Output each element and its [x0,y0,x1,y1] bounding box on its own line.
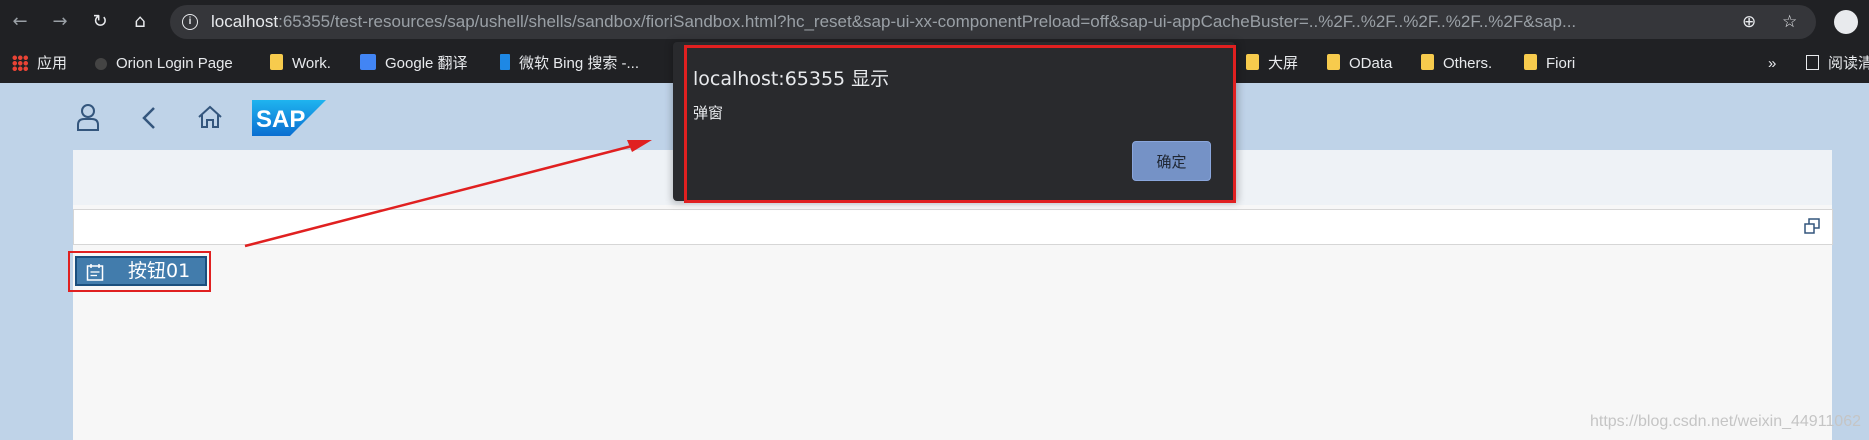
bookmark-orion[interactable]: Orion Login Page [95,44,233,83]
back-icon[interactable] [141,106,157,130]
sap-logo: SAP [252,100,326,136]
url-text[interactable]: localhost:65355/test-resources/sap/ushel… [211,5,1711,39]
expand-window-icon[interactable] [1804,218,1820,234]
site-info-icon[interactable]: i [182,14,198,30]
google-translate-icon [360,54,376,70]
folder-icon [1524,54,1537,70]
bookmark-dapin[interactable]: 大屏 [1246,44,1298,83]
forward-arrow-icon[interactable]: → [48,10,72,34]
bookmark-odata[interactable]: OData [1327,44,1392,83]
bing-icon [500,54,510,70]
folder-icon [1246,54,1259,70]
reading-list[interactable]: 阅读清 [1806,44,1869,83]
profile-avatar-icon[interactable] [1834,10,1858,34]
url-host: localhost [211,12,279,31]
address-bar[interactable]: i localhost:65355/test-resources/sap/ush… [170,5,1816,39]
orion-icon [95,58,107,70]
apps-grid-icon [12,55,28,71]
bookmark-fiori[interactable]: Fiori [1524,44,1575,83]
folder-icon [270,54,283,70]
zoom-icon[interactable]: ⊕ [1742,5,1756,39]
reading-list-icon [1806,55,1819,70]
folder-icon [1327,54,1340,70]
bookmark-google-translate[interactable]: Google 翻译 [360,44,468,83]
user-icon[interactable] [76,103,100,131]
folder-icon [1421,54,1434,70]
watermark: https://blog.csdn.net/weixin_44911062 [1589,413,1861,430]
bookmark-apps[interactable]: 应用 [12,44,67,83]
bookmark-star-icon[interactable]: ☆ [1782,5,1797,39]
back-arrow-icon[interactable]: ← [8,10,32,34]
shell-home-icon[interactable] [197,105,223,129]
browser-toolbar: ← → ↻ ⌂ i localhost:65355/test-resources… [0,0,1869,44]
bookmark-bing[interactable]: 微软 Bing 搜索 -... [500,44,639,83]
content-toolbar [73,209,1833,245]
home-icon[interactable]: ⌂ [128,10,152,34]
url-path: :65355/test-resources/sap/ushell/shells/… [278,12,1577,31]
bookmarks-overflow[interactable]: » [1768,44,1776,83]
sap-logo-text: SAP [256,106,305,133]
reload-icon[interactable]: ↻ [88,10,112,34]
bookmark-others[interactable]: Others. [1421,44,1492,83]
annotation-button-highlight [68,251,211,292]
annotation-dialog-highlight [684,45,1236,203]
bookmark-work[interactable]: Work. [270,44,331,83]
